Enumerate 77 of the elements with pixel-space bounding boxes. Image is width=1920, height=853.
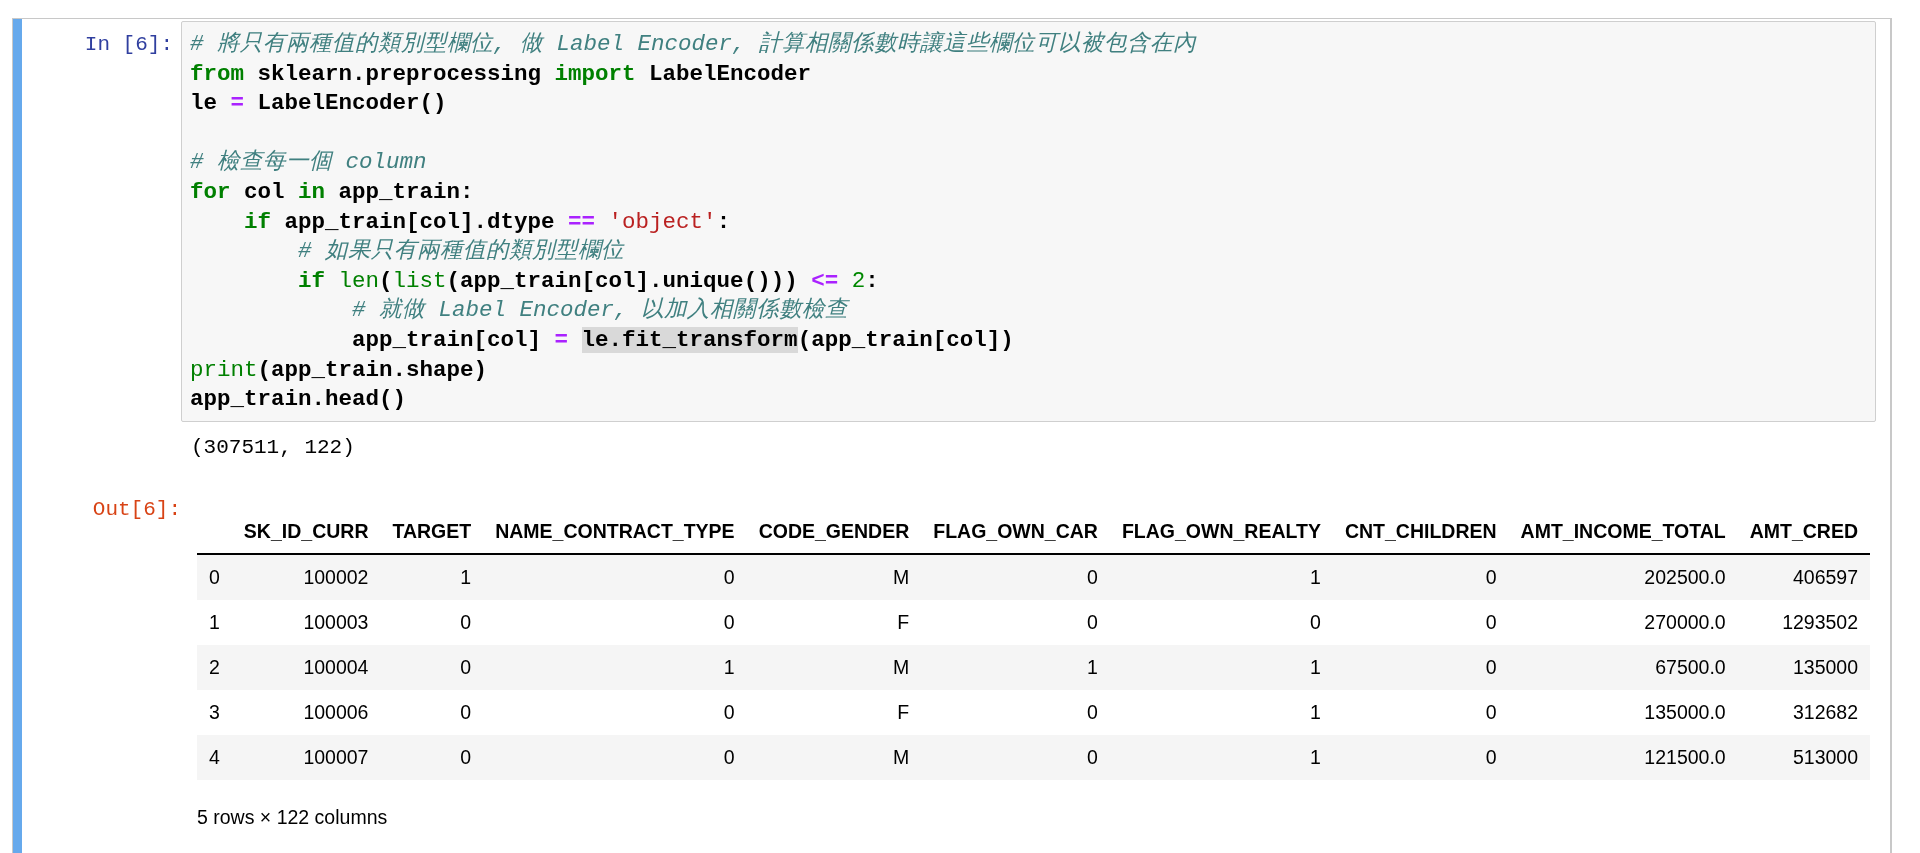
code-line: from sklearn.preprocessing import LabelEncoder (190, 59, 812, 89)
table-cell: M (893, 565, 910, 588)
table-cell: 0 (1485, 610, 1497, 633)
table-cell: M (893, 655, 910, 678)
code-line: # 檢查每一個 column (190, 148, 427, 178)
table-cell: 100007 (303, 745, 369, 768)
table-cell: 0 (1485, 745, 1497, 768)
input-prompt: In [6]: (83, 32, 174, 56)
table-cell: 135000 (1792, 655, 1859, 678)
table-cell: 0 (1087, 610, 1098, 633)
table-cell: 270000.0 (1644, 610, 1726, 633)
table-cell: 0 (1310, 610, 1321, 633)
code-line: if len(list(app_train[col].unique())) <= 2: (297, 266, 879, 296)
table-cell: 0 (1485, 655, 1497, 678)
column-header: TARGET (392, 519, 472, 542)
table-cell: 0 (723, 700, 735, 723)
table-cell: 0 (460, 700, 472, 723)
table-cell: 1 (1310, 745, 1321, 768)
code-line: le = LabelEncoder() (190, 89, 447, 119)
table-cell: F (897, 610, 910, 633)
table-cell: 513000 (1792, 745, 1859, 768)
table-cell: 1 (460, 565, 472, 588)
table-cell: 100002 (303, 565, 369, 588)
table-cell: 1 (1310, 655, 1321, 678)
row-index: 0 (209, 565, 220, 588)
column-header: CNT_CHILDREN (1344, 519, 1497, 542)
table-cell: 0 (1485, 700, 1497, 723)
code-line: # 如果只有兩種值的類別型欄位 (297, 237, 625, 267)
output-text: (307511, 122) (190, 434, 355, 461)
row-index: 3 (209, 700, 220, 723)
column-header: FLAG_OWN_REALTY (1121, 519, 1321, 542)
table-cell: 0 (460, 610, 472, 633)
table-cell: 0 (723, 565, 735, 588)
output-prompt: Out[6]: (91, 496, 182, 523)
row-index: 1 (209, 610, 220, 633)
code-line: # 將只有兩種值的類別型欄位, 做 Label Encoder, 計算相關係數時讓這些欄位可以被包含在內 (190, 30, 1197, 59)
table-cell: 0 (460, 745, 472, 768)
column-header: FLAG_OWN_CAR (933, 519, 1098, 542)
table-cell: 100004 (303, 655, 369, 678)
table-cell: 100003 (303, 610, 369, 633)
code-line: # 就做 Label Encoder, 以加入相關係數檢查 (351, 296, 849, 326)
table-cell: 0 (1087, 745, 1098, 768)
code-line: for col in app_train: (190, 177, 474, 207)
code-line: if app_train[col].dtype == 'object': (243, 207, 731, 237)
column-header: AMT_CRED (1749, 519, 1859, 542)
table-cell: 0 (1087, 700, 1098, 723)
code-line: app_train[col] = le.fit_transform(app_train[col]) (351, 325, 1014, 355)
notebook-cell[interactable] (12, 18, 1892, 853)
row-index: 4 (209, 745, 220, 768)
column-header: CODE_GENDER (758, 519, 910, 542)
table-cell: M (893, 745, 910, 768)
table-cell: 0 (723, 745, 735, 768)
row-index: 2 (209, 655, 220, 678)
code-line: print(app_train.shape) (190, 355, 488, 385)
table-cell: 1293502 (1782, 610, 1859, 633)
code-line: app_train.head() (190, 385, 407, 415)
table-cell: 0 (1087, 565, 1098, 588)
table-cell: 67500.0 (1655, 655, 1726, 678)
table-cell: 1 (723, 655, 735, 678)
column-header: AMT_INCOME_TOTAL (1520, 519, 1726, 542)
table-cell: 1 (1087, 655, 1098, 678)
table-cell: 1 (1310, 700, 1321, 723)
column-header: NAME_CONTRACT_TYPE (495, 519, 735, 542)
table-cell: 0 (723, 610, 735, 633)
table-cell: 0 (1485, 565, 1497, 588)
table-cell: 406597 (1792, 565, 1859, 588)
table-cell: 0 (460, 655, 472, 678)
code-editor[interactable] (181, 21, 1876, 422)
table-cell: 121500.0 (1644, 745, 1726, 768)
table-cell: 312682 (1792, 700, 1859, 723)
table-cell: F (897, 700, 910, 723)
table-summary: 5 rows × 122 columns (197, 805, 389, 829)
column-header: SK_ID_CURR (243, 519, 369, 542)
table-cell: 202500.0 (1644, 565, 1726, 588)
table-cell: 135000.0 (1644, 700, 1726, 723)
table-cell: 1 (1310, 565, 1321, 588)
table-cell: 100006 (303, 700, 369, 723)
